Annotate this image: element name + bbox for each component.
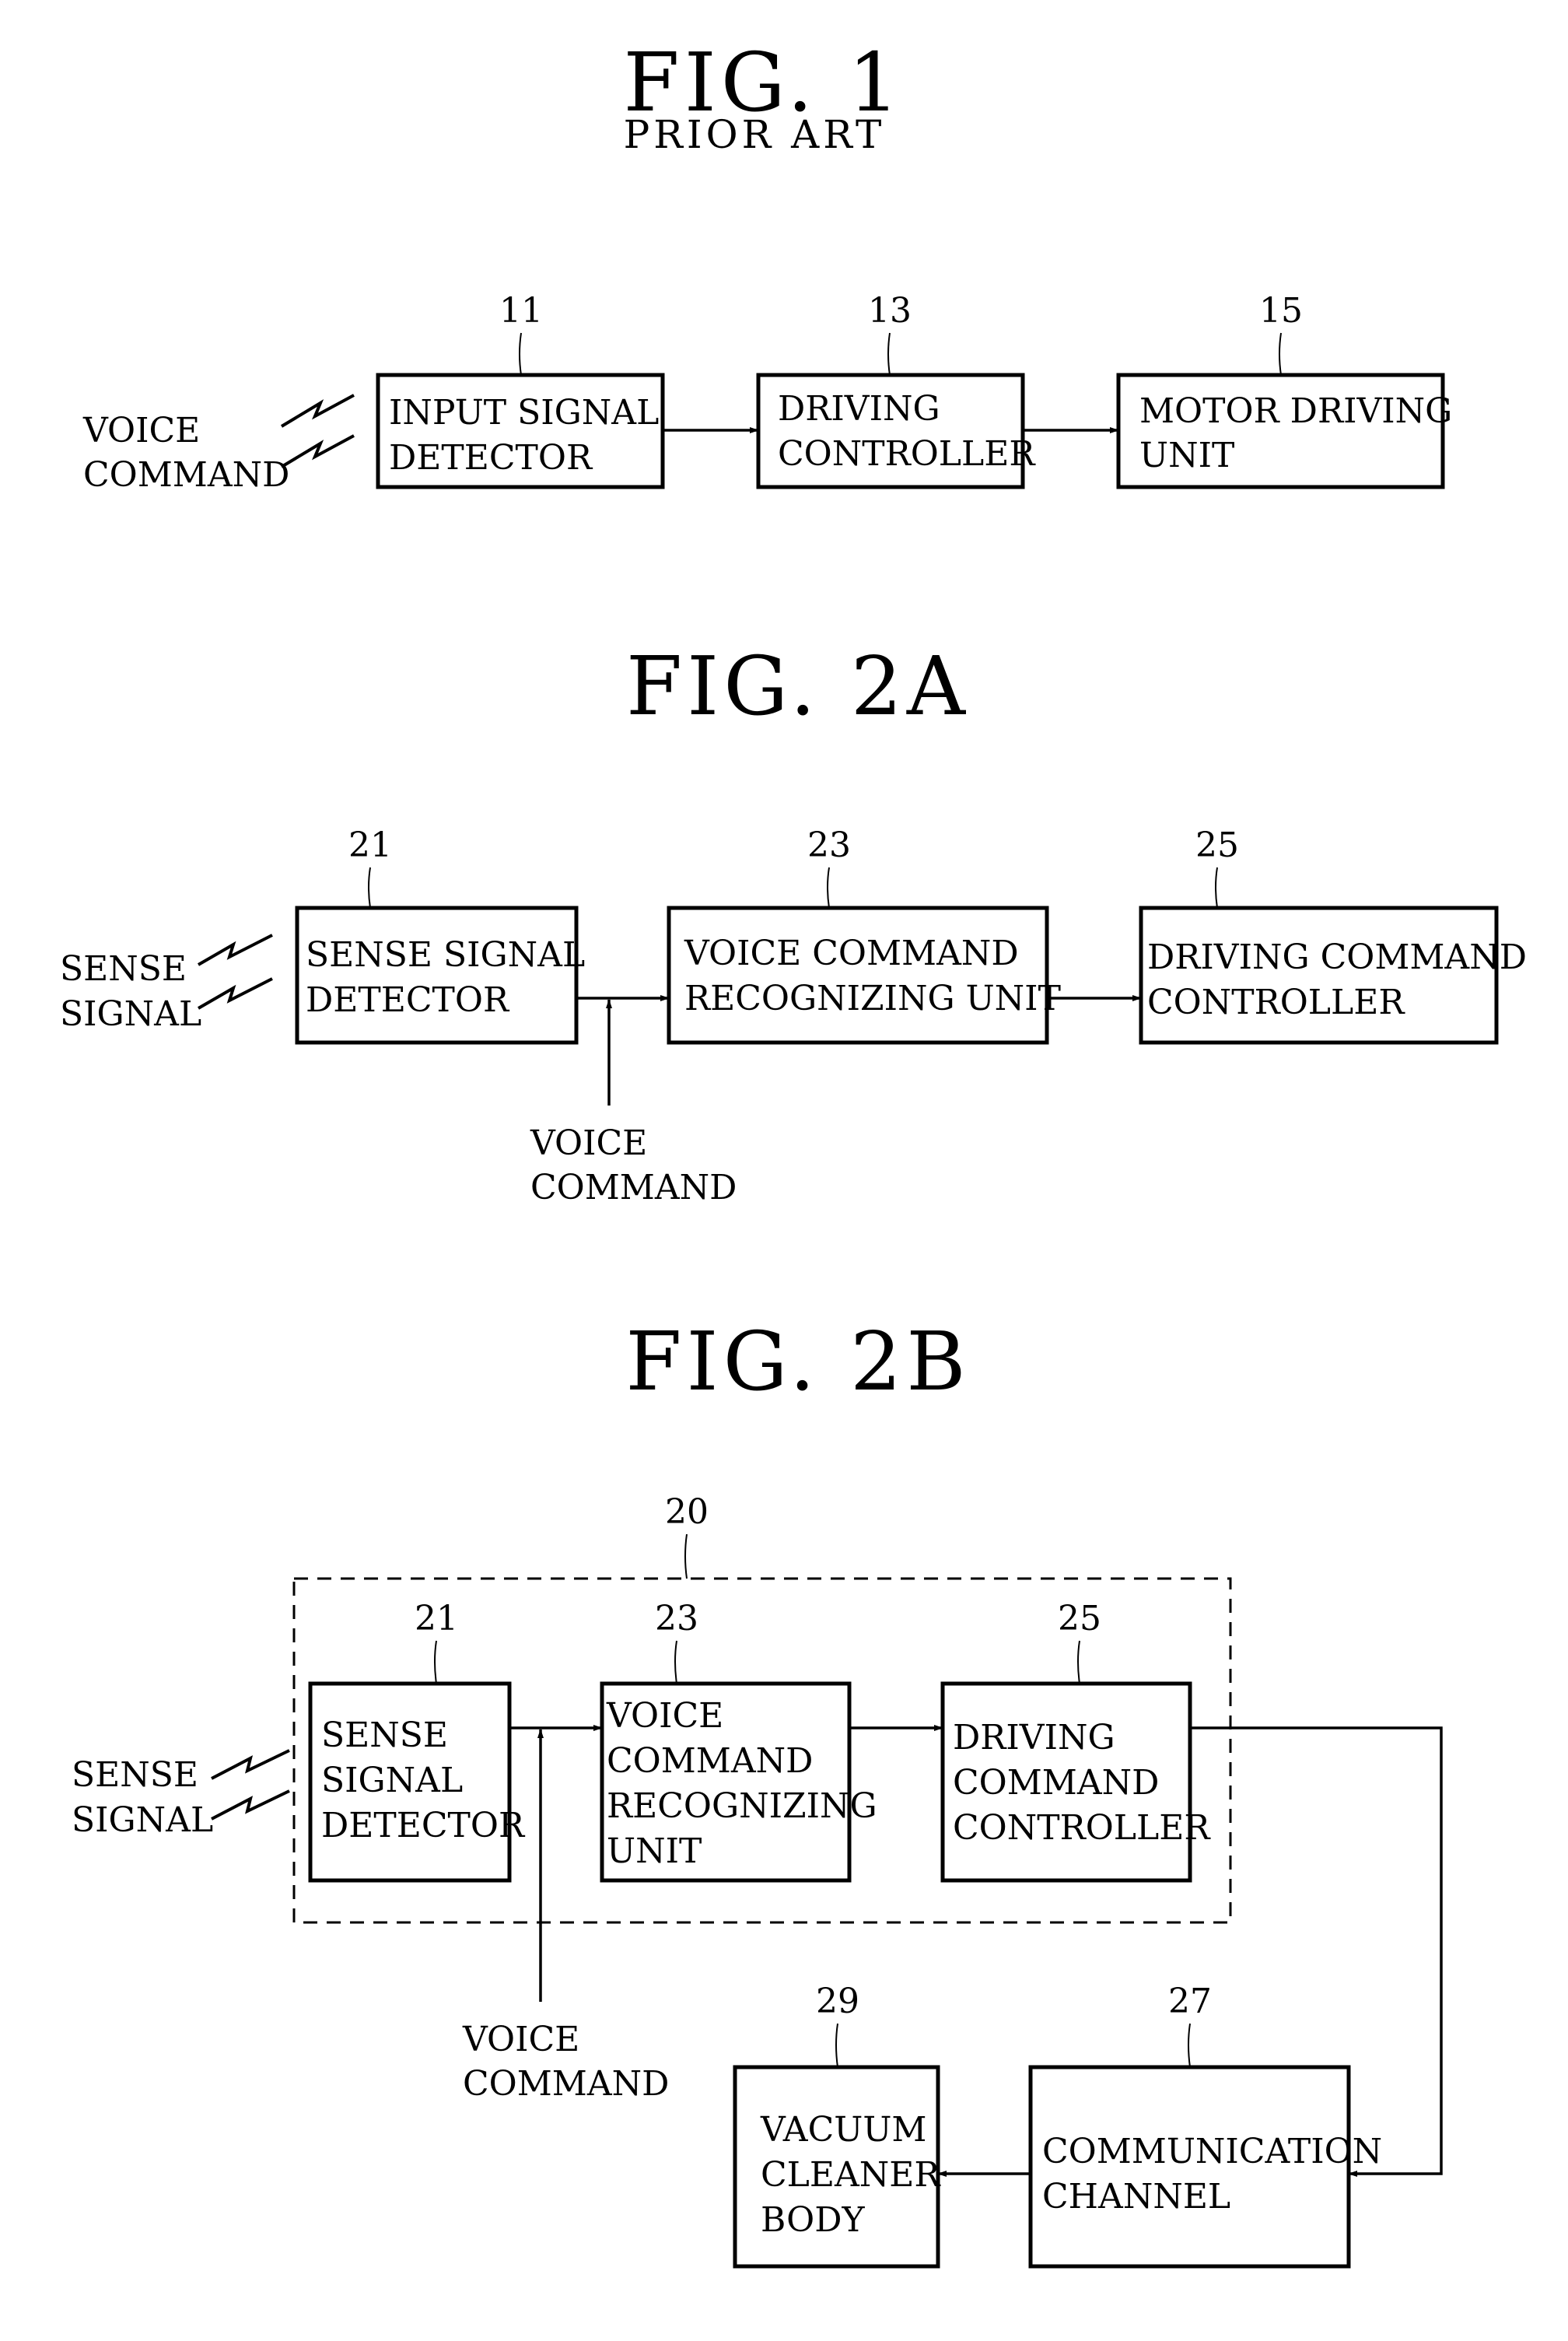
reference-numeral: 25 <box>1058 1599 1101 1638</box>
wireless-signal-icon <box>197 977 273 1010</box>
block-text: DRIVING <box>778 389 940 429</box>
wireless-signal-icon <box>197 934 273 966</box>
block-text: UNIT <box>1139 436 1234 475</box>
wireless-signal-icon <box>211 1789 290 1821</box>
leader-line <box>835 2023 838 2068</box>
leader-line <box>1077 1640 1080 1684</box>
block-text: DRIVING <box>953 1718 1115 1758</box>
block-text: CONTROLLER <box>1147 983 1405 1022</box>
figure-2b: FIG. 2B 20 SENSE SIGNAL SENSE SIGNAL DET… <box>72 1314 1443 2269</box>
block-text: COMMUNICATION <box>1042 2132 1382 2171</box>
block-text: CLEANER <box>761 2155 941 2195</box>
voice-command-label-line-2: COMMAND <box>463 2064 669 2104</box>
block-text: CONTROLLER <box>778 434 1036 474</box>
voice-command-label-line-1: VOICE <box>82 411 200 450</box>
block-text: DETECTOR <box>306 980 510 1020</box>
wireless-signal-icon <box>280 394 355 428</box>
voice-command-label-line-1: VOICE <box>462 2020 579 2059</box>
block-driving-command-controller: DRIVING COMMAND CONTROLLER <box>940 1681 1211 1883</box>
leader-line <box>368 867 371 909</box>
block-voice-command-recognizing-unit: VOICE COMMAND RECOGNIZING UNIT <box>667 906 1061 1045</box>
block-voice-command-recognizing-unit: VOICE COMMAND RECOGNIZING UNIT <box>600 1681 877 1883</box>
figure-2a: FIG. 2A SENSE SIGNAL SENSE SIGNAL DETECT… <box>60 639 1527 1207</box>
reference-numeral: 21 <box>348 825 392 865</box>
block-text: DRIVING COMMAND <box>1147 937 1527 977</box>
block-text: CONTROLLER <box>953 1808 1211 1848</box>
block-text: VOICE <box>606 1696 723 1736</box>
reference-numeral: 20 <box>665 1492 709 1532</box>
block-sense-signal-detector: SENSE SIGNAL DETECTOR <box>308 1681 526 1883</box>
patent-drawing-sheet: FIG. 1 PRIOR ART VOICE COMMAND INPUT SIG… <box>60 35 1527 2269</box>
leader-line <box>827 867 830 909</box>
figure-1-subtitle: PRIOR ART <box>624 112 886 157</box>
block-text: SENSE SIGNAL <box>306 935 585 975</box>
figure-2a-title: FIG. 2A <box>626 639 970 734</box>
block-text: INPUT SIGNAL <box>389 393 659 433</box>
leader-line <box>1279 332 1282 376</box>
sense-signal-label-line-2: SIGNAL <box>60 994 201 1034</box>
reference-numeral: 29 <box>816 1982 859 2021</box>
sense-signal-label-line-1: SENSE <box>60 949 187 989</box>
leader-line <box>1188 2023 1191 2068</box>
block-text: RECOGNIZING <box>607 1786 877 1826</box>
reference-numeral: 27 <box>1168 1982 1212 2021</box>
wireless-signal-icon <box>280 434 355 468</box>
leader-line <box>1215 867 1218 909</box>
block-text: MOTOR DRIVING <box>1139 391 1452 431</box>
block-driving-controller: DRIVING CONTROLLER <box>756 373 1036 489</box>
leader-line <box>434 1640 437 1684</box>
block-motor-driving-unit: MOTOR DRIVING UNIT <box>1116 373 1452 489</box>
block-sense-signal-detector: SENSE SIGNAL DETECTOR <box>295 906 585 1045</box>
figure-1: FIG. 1 PRIOR ART VOICE COMMAND INPUT SIG… <box>82 35 1452 495</box>
block-text: UNIT <box>607 1831 702 1871</box>
block-text: CHANNEL <box>1042 2177 1230 2217</box>
voice-command-label-line-1: VOICE <box>530 1123 647 1163</box>
block-text: RECOGNIZING UNIT <box>684 979 1061 1018</box>
block-text: SENSE <box>321 1715 448 1755</box>
block-vacuum-cleaner-body: VACUUM CLEANER BODY <box>733 2065 941 2269</box>
leader-line <box>684 1533 688 1579</box>
voice-command-label-line-2: COMMAND <box>530 1168 737 1207</box>
block-communication-channel: COMMUNICATION CHANNEL <box>1028 2065 1382 2269</box>
reference-numeral: 21 <box>415 1599 458 1638</box>
figure-2b-title: FIG. 2B <box>625 1314 970 1409</box>
block-text: COMMAND <box>953 1763 1159 1803</box>
reference-numeral: 25 <box>1195 825 1239 865</box>
wireless-signal-icon <box>211 1749 290 1780</box>
block-text: SIGNAL <box>321 1761 463 1800</box>
reference-numeral: 23 <box>807 825 851 865</box>
block-text: DETECTOR <box>321 1806 526 1845</box>
reference-numeral: 23 <box>655 1599 698 1638</box>
reference-numeral: 11 <box>499 291 543 331</box>
sense-signal-label-line-2: SIGNAL <box>72 1800 213 1840</box>
voice-command-label-line-2: COMMAND <box>83 455 289 495</box>
block-text: BODY <box>761 2200 866 2240</box>
block-text: VOICE COMMAND <box>684 934 1019 973</box>
block-text: DETECTOR <box>389 438 593 478</box>
leader-line <box>519 332 522 376</box>
block-text: VACUUM <box>760 2110 926 2150</box>
leader-line <box>674 1640 677 1684</box>
sense-signal-label-line-1: SENSE <box>72 1755 198 1795</box>
leader-line <box>887 332 891 376</box>
block-driving-command-controller: DRIVING COMMAND CONTROLLER <box>1139 906 1527 1045</box>
block-text: COMMAND <box>607 1741 813 1781</box>
reference-numeral: 13 <box>868 291 912 331</box>
reference-numeral: 15 <box>1259 291 1303 331</box>
block-input-signal-detector: INPUT SIGNAL DETECTOR <box>376 373 665 489</box>
